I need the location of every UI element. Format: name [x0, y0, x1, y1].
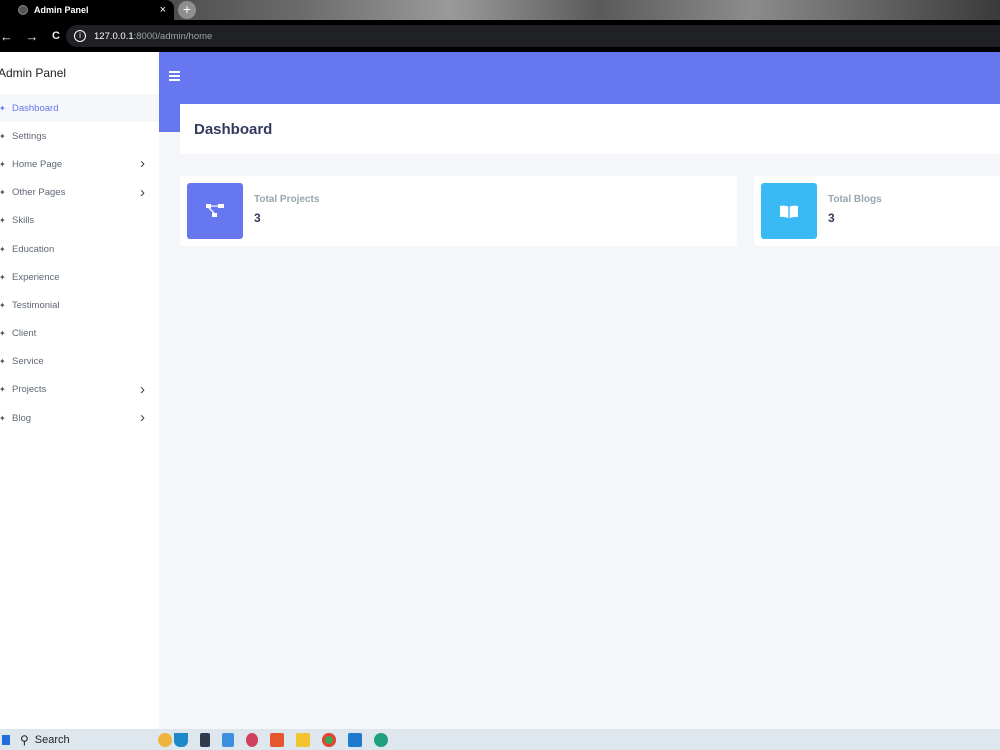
browser-tabstrip: Admin Panel × +: [0, 0, 1000, 20]
chevron-right-icon: ›: [140, 409, 145, 427]
search-icon: ⚲: [20, 732, 29, 747]
sidebar-item-service[interactable]: ✦ Service: [0, 348, 159, 376]
section-header: Dashboard: [180, 104, 1000, 154]
thumbtack-icon: ✦: [0, 131, 6, 141]
thumbtack-icon: ✦: [0, 329, 6, 339]
header-accent: [159, 104, 180, 132]
main-navbar: [159, 52, 1000, 104]
weather-icon[interactable]: [174, 732, 188, 747]
thumbtack-icon: ✦: [0, 244, 6, 254]
chevron-right-icon: ›: [140, 155, 145, 173]
sidebar-item-dashboard[interactable]: ✦ Dashboard: [0, 94, 159, 123]
sidebar-item-label: Home Page: [12, 158, 63, 170]
stat-label: Total Projects: [254, 194, 320, 205]
stat-card-projects: Total Projects 3: [180, 176, 737, 246]
thumbtack-icon: ✦: [0, 159, 6, 169]
sidebar-item-home-page[interactable]: ✦ Home Page ›: [0, 150, 159, 178]
thumbtack-icon: ✦: [0, 216, 6, 226]
tab-title: Admin Panel: [34, 5, 89, 15]
sidebar-item-label: Projects: [12, 384, 47, 396]
stat-value: 3: [828, 211, 835, 225]
taskbar-search[interactable]: ⚲ Search: [20, 733, 160, 747]
sidebar-item-client[interactable]: ✦ Client: [0, 320, 159, 348]
sidebar-item-blog[interactable]: ✦ Blog ›: [0, 404, 159, 432]
thumbtack-icon: ✦: [0, 272, 6, 282]
stat-card-blogs: Total Blogs 3: [754, 176, 1000, 246]
chevron-right-icon: ›: [140, 183, 145, 201]
sidebar-item-label: Education: [12, 243, 55, 255]
office-icon[interactable]: [270, 732, 284, 747]
sidebar-item-label: Experience: [12, 271, 60, 283]
windows-start-icon[interactable]: [2, 734, 10, 745]
site-info-icon[interactable]: i: [74, 30, 86, 42]
project-diagram-icon: [206, 204, 224, 217]
thumbtack-icon: ✦: [0, 300, 6, 310]
stat-icon-box: [761, 183, 817, 239]
new-tab-button[interactable]: +: [178, 1, 196, 19]
sidebar-item-label: Client: [12, 328, 37, 340]
chat-icon[interactable]: [222, 732, 234, 747]
sidebar-item-label: Skills: [12, 215, 35, 227]
address-bar[interactable]: i 127.0.0.1:8000/admin/home: [66, 25, 1000, 47]
stat-icon-box: [187, 183, 243, 239]
sidebar-item-settings[interactable]: ✦ Settings: [0, 122, 159, 150]
sidebar-item-label: Dashboard: [12, 102, 59, 114]
file-explorer-icon[interactable]: [296, 732, 310, 747]
url-path: :8000/admin/home: [133, 30, 213, 42]
reload-button[interactable]: C: [44, 30, 68, 42]
chevron-right-icon: ›: [140, 380, 145, 398]
sidebar-item-education[interactable]: ✦ Education: [0, 235, 159, 263]
sidebar-brand[interactable]: Admin Panel: [0, 52, 159, 94]
thumbtack-icon: ✦: [0, 357, 6, 367]
globe-icon: [18, 5, 28, 15]
browser-tab[interactable]: Admin Panel ×: [0, 0, 174, 20]
sidebar-item-testimonial[interactable]: ✦ Testimonial: [0, 291, 159, 319]
stat-value: 3: [254, 211, 261, 225]
thumbtack-icon: ✦: [0, 188, 6, 198]
sidebar-item-label: Service: [12, 356, 44, 368]
menu-toggle-icon[interactable]: [169, 71, 180, 83]
sidebar-item-label: Blog: [12, 412, 32, 424]
url-text: 127.0.0.1:8000/admin/home: [94, 31, 212, 42]
sidebar-item-other-pages[interactable]: ✦ Other Pages ›: [0, 179, 159, 207]
chrome-icon[interactable]: [322, 732, 336, 747]
thumbtack-icon: ✦: [0, 103, 6, 113]
sidebar-menu: ✦ Dashboard ✦ Settings ✦ Home Page › ✦ Other Pag…: [0, 94, 159, 432]
app-icon[interactable]: [246, 732, 258, 747]
forward-button[interactable]: →: [20, 29, 44, 44]
sidebar-item-label: Other Pages: [12, 187, 66, 199]
thumbtack-icon: ✦: [0, 385, 6, 395]
os-taskbar: ⚲ Search: [0, 729, 1000, 750]
taskbar-search-label: Search: [34, 733, 70, 746]
task-view-icon[interactable]: [200, 732, 210, 747]
url-host: 127.0.0.1: [94, 30, 134, 42]
sidebar-item-label: Testimonial: [12, 299, 60, 311]
page-title: Dashboard: [194, 120, 273, 138]
sidebar-item-projects[interactable]: ✦ Projects ›: [0, 376, 159, 404]
vscode-icon[interactable]: [348, 732, 362, 747]
tab-close-button[interactable]: ×: [160, 4, 166, 16]
back-button[interactable]: ←: [0, 29, 13, 44]
stat-label: Total Blogs: [828, 194, 882, 205]
browser-navbar: ← → C i 127.0.0.1:8000/admin/home: [0, 20, 1000, 52]
sidebar: Admin Panel ✦ Dashboard ✦ Settings ✦ Home Pag…: [0, 52, 159, 729]
sidebar-item-label: Settings: [12, 130, 47, 142]
thumbtack-icon: ✦: [0, 413, 6, 423]
sidebar-item-skills[interactable]: ✦ Skills: [0, 207, 159, 235]
book-open-icon: [780, 205, 798, 218]
sidebar-item-experience[interactable]: ✦ Experience: [0, 263, 159, 291]
widgets-icon[interactable]: [158, 732, 172, 747]
edge-icon[interactable]: [374, 732, 388, 747]
